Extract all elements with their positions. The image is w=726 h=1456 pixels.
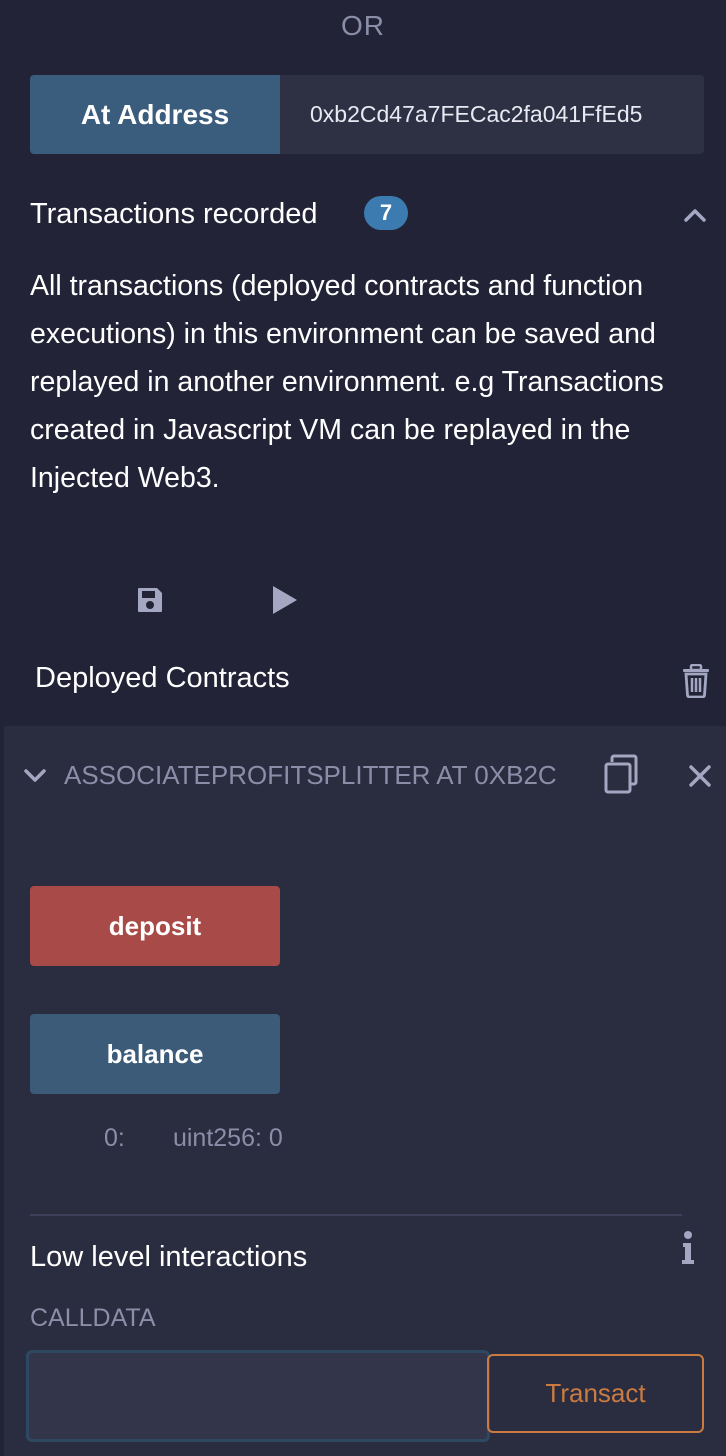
- play-icon: [273, 586, 297, 614]
- chevron-down-icon[interactable]: [20, 760, 50, 790]
- deployed-contract-instance: ASSOCIATEPROFITSPLITTER AT 0XB2C deposit…: [4, 726, 726, 1456]
- save-transactions-button[interactable]: [130, 580, 170, 620]
- balance-result: 0: uint256: 0: [104, 1124, 283, 1153]
- transactions-title: Transactions recorded: [30, 198, 318, 230]
- transact-button[interactable]: Transact: [487, 1354, 704, 1433]
- result-value: uint256: 0: [172, 1124, 283, 1152]
- chevron-up-icon[interactable]: [680, 200, 710, 230]
- balance-button[interactable]: balance: [30, 1014, 280, 1094]
- calldata-label: CALLDATA: [30, 1304, 156, 1332]
- trash-icon[interactable]: [680, 664, 712, 698]
- low-level-interactions-title: Low level interactions: [30, 1241, 308, 1273]
- calldata-input[interactable]: [26, 1350, 490, 1442]
- contract-name[interactable]: ASSOCIATEPROFITSPLITTER AT 0XB2C: [64, 760, 564, 791]
- info-icon[interactable]: [678, 1230, 698, 1266]
- save-icon: [138, 588, 162, 612]
- transactions-count-badge: 7: [364, 196, 408, 230]
- deposit-button[interactable]: deposit: [30, 886, 280, 966]
- result-index: 0:: [104, 1124, 125, 1152]
- close-icon[interactable]: [686, 762, 714, 790]
- divider: [30, 1214, 682, 1216]
- replay-transactions-button[interactable]: [264, 580, 304, 620]
- or-separator: OR: [341, 10, 385, 41]
- transactions-description: All transactions (deployed contracts and…: [30, 270, 664, 494]
- run-panel: OR At Address Transactions recorded 7 Al…: [0, 0, 726, 1456]
- deployed-contracts-title: Deployed Contracts: [35, 662, 290, 694]
- at-address-button[interactable]: At Address: [30, 75, 280, 154]
- at-address-row: At Address: [30, 75, 704, 154]
- address-input[interactable]: [280, 75, 704, 154]
- transactions-header[interactable]: Transactions recorded 7: [30, 196, 710, 236]
- copy-icon[interactable]: [602, 754, 640, 794]
